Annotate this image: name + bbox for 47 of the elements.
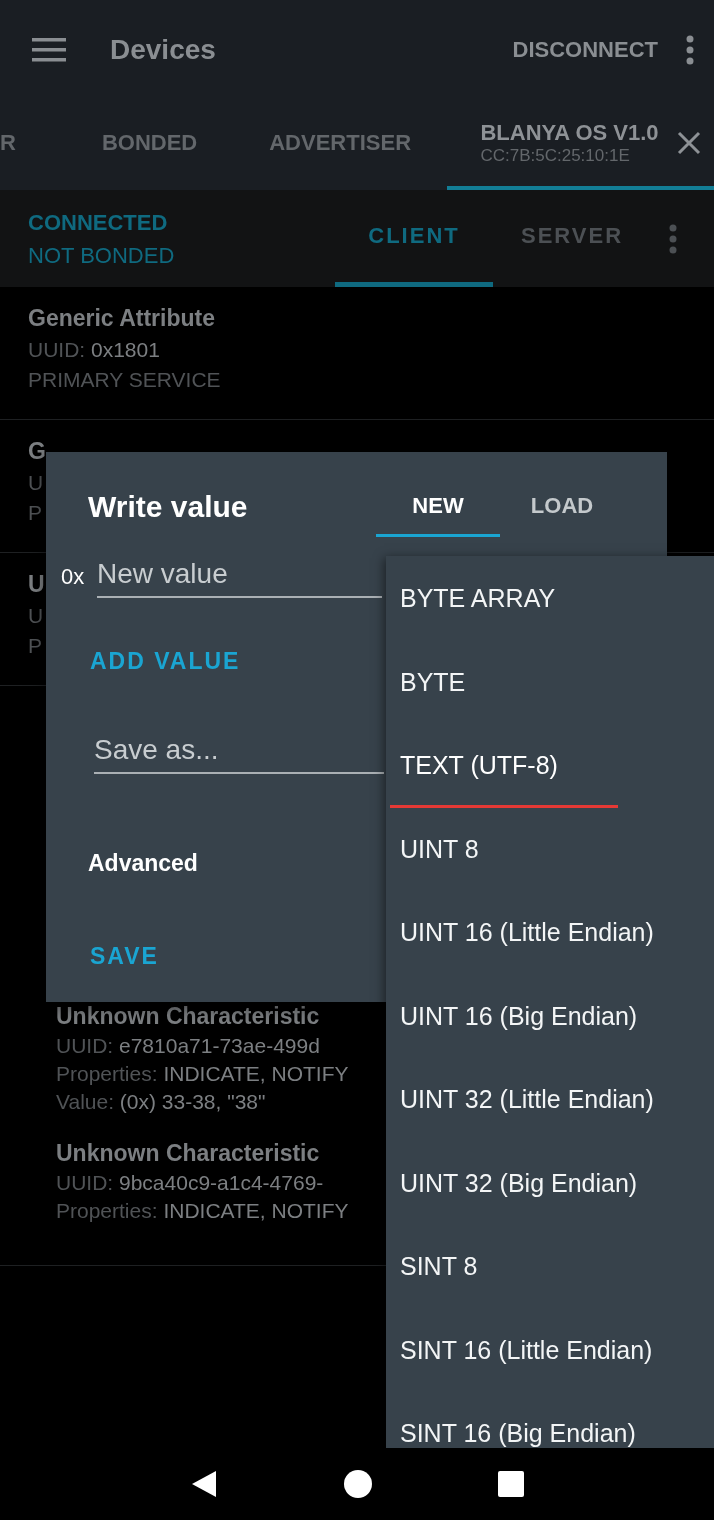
- service-type: P: [28, 634, 42, 658]
- service-uuid: U: [28, 471, 44, 495]
- bond-status: NOT BONDED: [28, 241, 176, 270]
- recents-icon[interactable]: [498, 1470, 524, 1497]
- characteristic-uuid: UUID: 9bca40c9-a1c4-4769-: [56, 1171, 324, 1195]
- save-button[interactable]: SAVE: [90, 943, 159, 970]
- service-uuid: UUID: 0x1801: [28, 338, 160, 362]
- screen-title: Devices: [110, 34, 217, 66]
- format-option[interactable]: BYTE ARRAY: [386, 557, 714, 641]
- device-address: CC:7B:5C:25:10:1E: [480, 146, 631, 167]
- format-option[interactable]: UINT 32 (Little Endian): [386, 1058, 714, 1142]
- service-uuid: U: [28, 604, 44, 628]
- home-icon[interactable]: [343, 1468, 373, 1499]
- format-option[interactable]: UINT 16 (Little Endian): [386, 891, 714, 975]
- dialog-title: Write value: [88, 490, 248, 524]
- characteristic-name: Unknown Characteristic: [56, 1140, 320, 1167]
- service-name: G: [28, 438, 46, 465]
- characteristic-uuid: UUID: e7810a71-73ae-499d: [56, 1034, 320, 1058]
- characteristic-value: Value: (0x) 33-38, "38": [56, 1090, 266, 1114]
- value-field[interactable]: New value: [97, 556, 382, 598]
- format-option[interactable]: BYTE: [386, 640, 714, 724]
- tab-label: BLANYA OS V1.0: [480, 119, 659, 146]
- service-type: PRIMARY SERVICE: [28, 368, 221, 392]
- format-option[interactable]: UINT 32 (Big Endian): [386, 1141, 714, 1225]
- add-value-button[interactable]: ADD VALUE: [90, 648, 241, 675]
- close-icon[interactable]: [676, 131, 701, 155]
- service-type: P: [28, 501, 42, 525]
- advanced-toggle[interactable]: Advanced: [88, 850, 198, 877]
- service-name: Generic Attribute: [28, 305, 215, 332]
- hex-prefix: 0x: [61, 564, 85, 590]
- connection-status: CONNECTED: [28, 208, 169, 237]
- format-option[interactable]: UINT 8: [386, 807, 714, 891]
- characteristic-properties: Properties: INDICATE, NOTIFY: [56, 1062, 349, 1086]
- dialog-tab[interactable]: NEW: [376, 478, 500, 537]
- format-option[interactable]: SINT 16 (Little Endian): [386, 1308, 714, 1392]
- more-icon[interactable]: [686, 35, 694, 65]
- characteristic-properties: Properties: INDICATE, NOTIFY: [56, 1199, 349, 1223]
- save-as-field[interactable]: Save as...: [94, 732, 384, 774]
- dialog-tab[interactable]: LOAD: [500, 478, 624, 537]
- back-icon[interactable]: [190, 1468, 218, 1499]
- format-option[interactable]: UINT 16 (Big Endian): [386, 974, 714, 1058]
- menu-icon[interactable]: [32, 38, 66, 62]
- characteristic-name: Unknown Characteristic: [56, 1003, 320, 1030]
- format-option[interactable]: SINT 8: [386, 1225, 714, 1309]
- service-name: U: [28, 571, 45, 598]
- disconnect-button[interactable]: DISCONNECT: [512, 37, 658, 63]
- format-option[interactable]: SINT 16 (Big Endian): [386, 1392, 714, 1448]
